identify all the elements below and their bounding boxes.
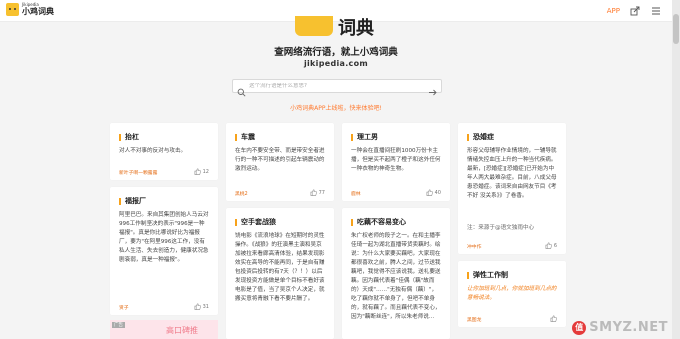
like-button[interactable]: 31 xyxy=(194,303,209,310)
term-title[interactable]: 福报厂 xyxy=(119,196,146,206)
like-count: 77 xyxy=(318,189,325,196)
search-box[interactable] xyxy=(232,79,442,97)
term-title[interactable]: 车震 xyxy=(235,132,255,142)
term-card[interactable]: 弹性工作制 让你加班到几点，你就加班到几点的意畅说法。 黑图龙 xyxy=(458,261,566,327)
thumbs-up-icon xyxy=(550,315,557,322)
scrollbar-thumb[interactable] xyxy=(673,14,679,44)
term-card[interactable]: 福报厂 阿里巴巴。来自其集团创始人马云对996工作制坚决的表示"996是一种福报… xyxy=(110,187,218,315)
hero-title: 词典 xyxy=(338,18,374,39)
ad-tag: 广告 xyxy=(112,322,125,328)
term-card[interactable]: 理工男 一种会在直播间狂刷1000万份卡主播，但是买不起两了橙子和这外任何一种衣… xyxy=(342,123,450,201)
term-author[interactable]: 黑桃2 xyxy=(235,190,248,197)
search-input[interactable] xyxy=(249,83,428,89)
search-icon xyxy=(237,82,246,97)
like-count: 12 xyxy=(202,168,209,175)
term-card[interactable]: 车震 在车内不要安全带、而是带安全者进行的一种不可描述的引起车辆震动的激烈运动。… xyxy=(226,123,334,201)
thumbs-up-icon xyxy=(194,303,201,310)
term-author[interactable]: 新叶子啊一颗露露 xyxy=(119,169,157,176)
hero-slogan: 查网络流行语，就上小鸡词典 xyxy=(274,47,398,58)
term-card[interactable]: 空手套战狼 饶电影《流浪地球》在短期时的灵性操作。《战狼》的狂演黑主演和吴京加被… xyxy=(226,208,334,339)
thumbs-up-icon xyxy=(310,189,317,196)
site-watermark: 值 SMYZ.NET xyxy=(572,320,668,335)
thumbs-up-icon xyxy=(194,168,201,175)
watermark-text: SMYZ.NET xyxy=(589,320,668,335)
term-title[interactable]: 抬杠 xyxy=(119,132,139,142)
term-title[interactable]: 空手套战狼 xyxy=(235,217,276,227)
term-definition: 朱广权老师的段子之一。在和主播李佳琦一起为湖北直播带货卖藕时。绘说：为什么大家要… xyxy=(351,233,441,320)
term-definition: 让你加班到几点，你就加班到几点的意畅说法。 xyxy=(467,286,557,301)
hero-section: 词典 查网络流行语，就上小鸡词典 jikipedia.com 小鸡词典APP上线… xyxy=(0,0,672,120)
term-definition: 阿里巴巴。来自其集团创始人马云对996工作制坚决的表示"996是一种福报"。真是… xyxy=(119,212,209,263)
term-definition: 对人不对事的反对与攻击。 xyxy=(119,148,187,154)
term-author[interactable]: 贤子 xyxy=(119,304,129,311)
ad-text: 高口碑推 xyxy=(166,326,198,335)
term-definition: 饶电影《流浪地球》在短期时的灵性操作。《战狼》的狂演黑主演和吴京加被拉来看廊高清… xyxy=(235,233,325,302)
search-submit-icon[interactable] xyxy=(428,82,437,95)
term-title[interactable]: 理工男 xyxy=(351,132,378,142)
like-count: 6 xyxy=(553,242,557,249)
thumbs-up-icon xyxy=(545,242,552,249)
term-title[interactable]: 恐婚症 xyxy=(467,132,494,142)
like-button[interactable]: 6 xyxy=(545,242,557,249)
hero-domain: jikipedia.com xyxy=(303,59,369,68)
term-definition: 一种会在直播间狂刷1000万份卡主播，但是买不起两了橙子和这外任何一种衣物的神奇… xyxy=(351,148,441,172)
term-author[interactable]: 黑图龙 xyxy=(467,316,481,323)
term-author[interactable]: 鹿林 xyxy=(351,190,361,197)
term-note: 注：来源于@语文独雨中心 xyxy=(467,225,535,231)
like-count: 40 xyxy=(434,189,441,196)
term-definition: 形容父母辅导作业情境的，一辅导就情绪失控血压上升的一种当代疾病。最新，[恐婚症]… xyxy=(467,148,557,199)
term-title[interactable]: 弹性工作制 xyxy=(467,270,508,280)
scrollbar[interactable] xyxy=(672,0,680,339)
term-card[interactable]: 抬杠 对人不对事的反对与攻击。 新叶子啊一颗露露 12 xyxy=(110,123,218,180)
ad-banner[interactable]: 广告 高口碑推 xyxy=(110,320,218,339)
term-card[interactable]: 恐婚症 形容父母辅导作业情境的，一辅导就情绪失控血压上升的一种当代疾病。最新，[… xyxy=(458,123,566,254)
like-button[interactable]: 77 xyxy=(310,189,325,196)
term-card[interactable]: 吃藕不容易变心 朱广权老师的段子之一。在和主播李佳琦一起为湖北直播带货卖藕时。绘… xyxy=(342,208,450,339)
like-count: 31 xyxy=(202,303,209,310)
hero-chick-icon xyxy=(295,16,333,36)
watermark-badge: 值 xyxy=(572,320,587,335)
term-title[interactable]: 吃藕不容易变心 xyxy=(351,217,406,227)
term-author[interactable]: 冲中作 xyxy=(467,243,481,250)
thumbs-up-icon xyxy=(426,189,433,196)
like-button[interactable]: 40 xyxy=(426,189,441,196)
like-button[interactable] xyxy=(550,315,557,322)
like-button[interactable]: 12 xyxy=(194,168,209,175)
term-definition: 在车内不要安全带、而是带安全者进行的一种不可描述的引起车辆震动的激烈运动。 xyxy=(235,148,325,172)
app-promo-link[interactable]: 小鸡词典APP上线啦，快来体验吧! xyxy=(0,103,672,112)
